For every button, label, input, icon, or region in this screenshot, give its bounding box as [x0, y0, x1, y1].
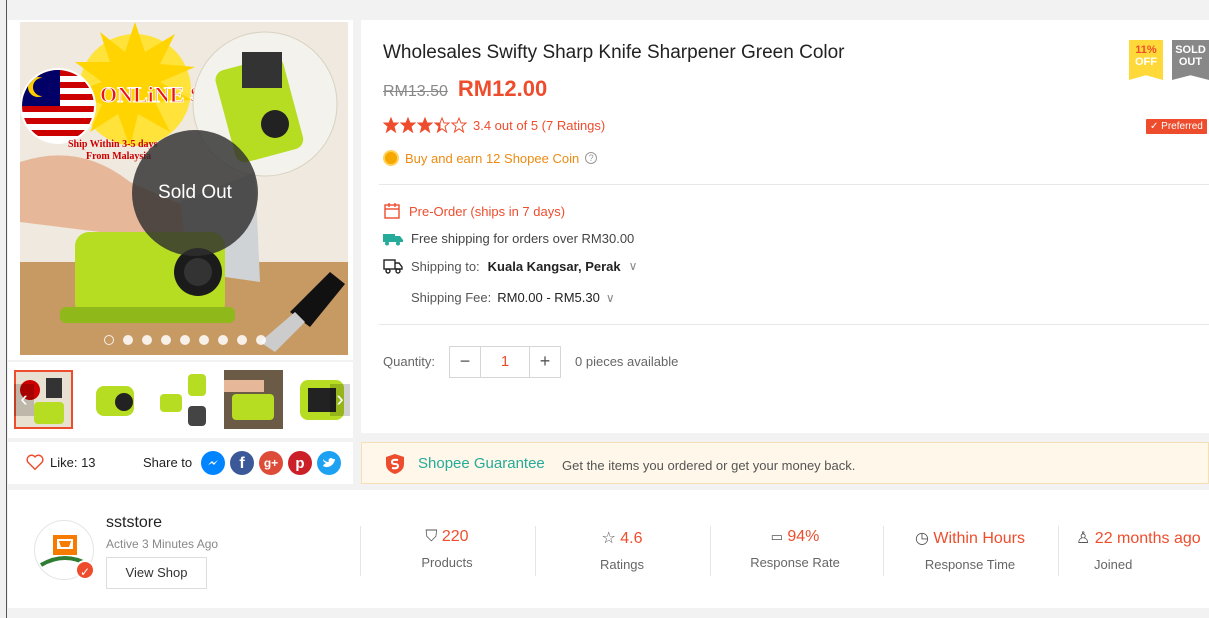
like-count: Like: 13	[50, 454, 96, 470]
shopee-coin-icon	[383, 150, 399, 166]
messenger-icon[interactable]	[201, 451, 225, 475]
rating-text: 3.4 out of 5 (7 Ratings)	[473, 117, 606, 133]
divider	[379, 324, 1209, 325]
stock-available: 0 pieces available	[575, 354, 679, 369]
verified-icon: ✓	[75, 560, 95, 580]
discount-badge: 11% OFF	[1129, 40, 1163, 80]
product-info: Wholesales Swifty Sharp Knife Sharpener …	[361, 20, 1209, 433]
chat-icon: ▭	[770, 529, 783, 544]
shipping-destination[interactable]: Kuala Kangsar, Perak	[488, 259, 621, 274]
quantity-plus-button[interactable]: +	[529, 346, 561, 378]
shopee-guarantee-bar[interactable]: Shopee Guarantee Get the items you order…	[361, 442, 1209, 484]
divider	[710, 526, 711, 576]
user-icon: ♙	[1076, 530, 1091, 547]
stat-response-rate: ▭ 94% Response Rate	[750, 528, 840, 570]
quantity-minus-button[interactable]: −	[449, 346, 481, 378]
carousel-dot[interactable]	[180, 335, 190, 345]
clock-icon: ◷	[915, 530, 929, 547]
original-price: RM13.50	[383, 83, 448, 100]
thumbnail-3[interactable]	[154, 370, 213, 429]
carousel-dot[interactable]	[199, 335, 209, 345]
divider	[535, 526, 536, 576]
shop-info: ✓ sststore Active 3 Minutes Ago View Sho…	[8, 490, 1209, 608]
star-outline-icon: ☆	[601, 530, 616, 547]
shipping-fee-row[interactable]: Shipping Fee: RM0.00 - RM5.30 ∨	[411, 290, 615, 305]
shipping-to-row[interactable]: Shipping to: Kuala Kangsar, Perak ∨	[383, 258, 637, 274]
guarantee-text: Get the items you ordered or get your mo…	[562, 458, 856, 473]
sold-out-overlay: Sold Out	[132, 130, 258, 256]
carousel-dot[interactable]	[237, 335, 247, 345]
shipping-fee-value: RM0.00 - RM5.30	[497, 290, 600, 305]
divider	[883, 526, 884, 576]
carousel-dot[interactable]	[218, 335, 228, 345]
carousel-dot[interactable]	[161, 335, 171, 345]
shop-active-status: Active 3 Minutes Ago	[106, 537, 219, 551]
calendar-icon	[384, 203, 400, 219]
view-shop-button[interactable]: View Shop	[106, 557, 207, 589]
quantity-label: Quantity:	[383, 354, 436, 369]
star-icon	[400, 117, 416, 133]
heart-icon	[26, 454, 44, 470]
stat-response-time: ◷ Within Hours Response Time	[915, 530, 1025, 572]
star-icon	[417, 117, 433, 133]
stat-products[interactable]: ⛉ 220 Products	[372, 528, 522, 570]
current-price: RM12.00	[457, 76, 548, 101]
coin-row: Buy and earn 12 Shopee Coin ?	[383, 150, 598, 166]
facebook-icon[interactable]: f	[230, 451, 254, 475]
chevron-down-icon[interactable]: ∨	[606, 291, 615, 305]
carousel-dot[interactable]	[104, 335, 114, 345]
product-gallery: ONLiNE SHOP! Ship Within 3-5 days From M…	[8, 20, 353, 360]
chevron-down-icon[interactable]: ∨	[629, 259, 638, 273]
thumbnail-strip: ‹ ›	[8, 362, 353, 438]
truck-icon	[383, 233, 403, 245]
carousel-dot[interactable]	[123, 335, 133, 345]
quantity-input[interactable]: 1	[480, 346, 530, 378]
product-title: Wholesales Swifty Sharp Knife Sharpener …	[383, 42, 845, 63]
star-icon	[383, 117, 399, 133]
help-icon[interactable]: ?	[585, 152, 598, 164]
social-bar: Like: 13 Share to f g+ p	[8, 442, 353, 484]
carousel-dots	[104, 335, 266, 345]
shield-icon	[386, 454, 404, 474]
shipping-fee-label: Shipping Fee:	[411, 290, 492, 305]
pinterest-icon[interactable]: p	[288, 451, 312, 475]
rating-stars	[383, 117, 467, 133]
preorder-row: Pre-Order (ships in 7 days)	[383, 202, 565, 220]
free-shipping-row: Free shipping for orders over RM30.00	[383, 231, 634, 246]
thumbnail-prev-arrow[interactable]: ‹	[14, 384, 34, 416]
main-product-image[interactable]: ONLiNE SHOP! Ship Within 3-5 days From M…	[20, 22, 348, 355]
svg-text:Ship Within 3-5 days: Ship Within 3-5 days	[68, 139, 158, 150]
shop-name[interactable]: sststore	[106, 514, 162, 532]
divider	[360, 526, 361, 576]
stat-ratings[interactable]: ☆ 4.6 Ratings	[547, 528, 697, 572]
thumbnail-2[interactable]	[84, 370, 143, 429]
sold-out-badge: SOLD OUT	[1172, 40, 1209, 80]
google-plus-icon[interactable]: g+	[259, 451, 283, 475]
shipping-to-label: Shipping to:	[411, 258, 480, 274]
like-button[interactable]: Like: 13	[26, 454, 96, 470]
carousel-dot[interactable]	[256, 335, 266, 345]
divider	[379, 184, 1209, 185]
preferred-badge: ✓ Preferred	[1146, 119, 1207, 134]
thumbnail-next-arrow[interactable]: ›	[330, 384, 350, 416]
stat-joined: ♙ 22 months ago Joined	[1076, 530, 1201, 572]
star-icon	[451, 117, 467, 133]
share-label: Share to	[143, 455, 193, 470]
delivery-truck-icon	[383, 259, 403, 274]
guarantee-title: Shopee Guarantee	[418, 455, 545, 472]
thumbnail-4[interactable]	[224, 370, 283, 429]
star-icon	[434, 117, 450, 133]
quantity-stepper: − 1 +	[449, 346, 561, 378]
carousel-dot[interactable]	[142, 335, 152, 345]
rating-row[interactable]: 3.4 out of 5 (7 Ratings)	[383, 117, 605, 133]
shirt-icon: ⛉	[425, 528, 438, 545]
coin-text: Buy and earn 12 Shopee Coin	[405, 150, 580, 166]
twitter-icon[interactable]	[317, 451, 341, 475]
